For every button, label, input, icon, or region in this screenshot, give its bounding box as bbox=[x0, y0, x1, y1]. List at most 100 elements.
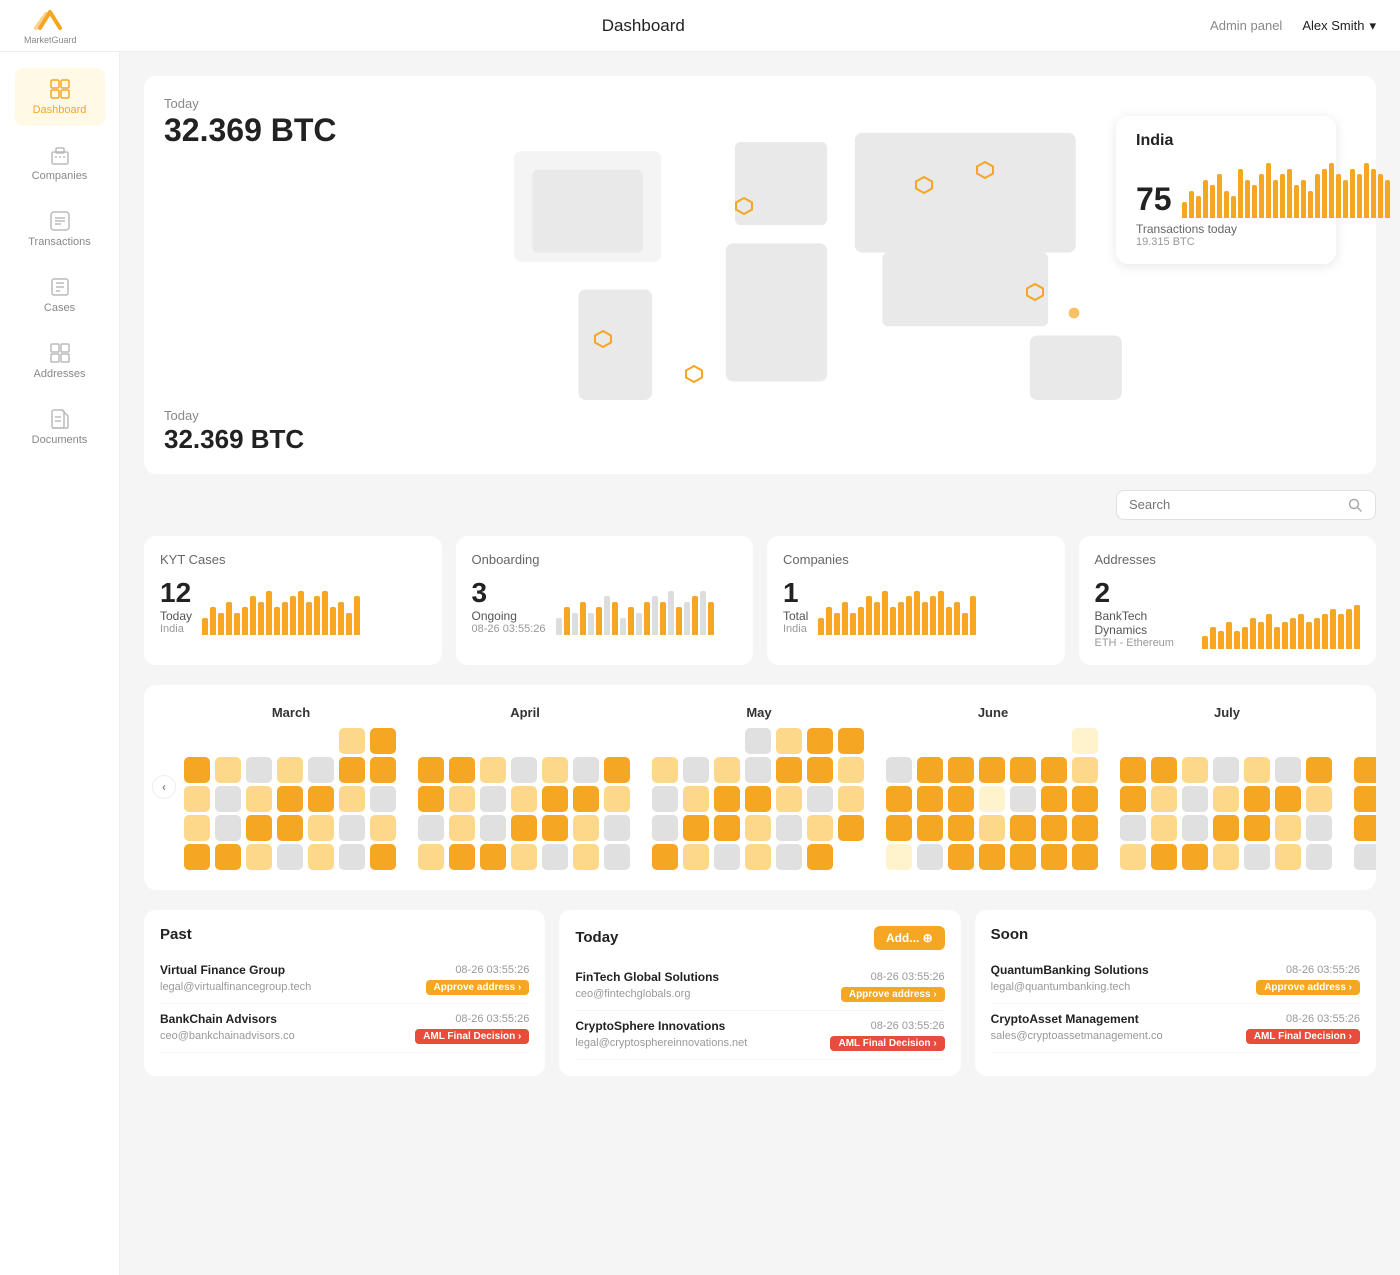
calendar-day[interactable] bbox=[604, 815, 630, 841]
calendar-day[interactable] bbox=[542, 757, 568, 783]
calendar-day[interactable] bbox=[1072, 786, 1098, 812]
calendar-day[interactable] bbox=[948, 786, 974, 812]
calendar-day[interactable] bbox=[745, 844, 771, 870]
calendar-day[interactable] bbox=[604, 844, 630, 870]
calendar-day[interactable] bbox=[979, 844, 1005, 870]
calendar-day[interactable] bbox=[246, 815, 272, 841]
calendar-day[interactable] bbox=[339, 728, 365, 754]
calendar-day[interactable] bbox=[449, 815, 475, 841]
calendar-prev-btn[interactable]: ‹ bbox=[152, 775, 176, 799]
calendar-day[interactable] bbox=[573, 757, 599, 783]
calendar-day[interactable] bbox=[1010, 786, 1036, 812]
calendar-day[interactable] bbox=[683, 757, 709, 783]
calendar-day[interactable] bbox=[480, 757, 506, 783]
calendar-day[interactable] bbox=[1041, 844, 1067, 870]
calendar-day[interactable] bbox=[1182, 786, 1208, 812]
calendar-day[interactable] bbox=[1244, 786, 1270, 812]
calendar-day[interactable] bbox=[807, 815, 833, 841]
calendar-day[interactable] bbox=[184, 844, 210, 870]
calendar-day[interactable] bbox=[1306, 844, 1332, 870]
calendar-day[interactable] bbox=[745, 757, 771, 783]
calendar-day[interactable] bbox=[979, 815, 1005, 841]
calendar-day[interactable] bbox=[683, 844, 709, 870]
sidebar-item-addresses[interactable]: Addresses bbox=[15, 332, 105, 390]
calendar-day[interactable] bbox=[652, 844, 678, 870]
calendar-day[interactable] bbox=[776, 728, 802, 754]
sidebar-item-documents[interactable]: Documents bbox=[15, 398, 105, 456]
entry-badge[interactable]: Approve address › bbox=[841, 987, 945, 1002]
calendar-day[interactable] bbox=[1151, 815, 1177, 841]
calendar-day[interactable] bbox=[1072, 844, 1098, 870]
calendar-day[interactable] bbox=[573, 844, 599, 870]
calendar-day[interactable] bbox=[886, 844, 912, 870]
calendar-day[interactable] bbox=[480, 786, 506, 812]
calendar-day[interactable] bbox=[370, 728, 396, 754]
calendar-day[interactable] bbox=[652, 786, 678, 812]
calendar-day[interactable] bbox=[1072, 757, 1098, 783]
calendar-day[interactable] bbox=[1354, 757, 1376, 783]
calendar-day[interactable] bbox=[511, 815, 537, 841]
calendar-day[interactable] bbox=[1041, 786, 1067, 812]
entry-badge[interactable]: Approve address › bbox=[426, 980, 530, 995]
calendar-day[interactable] bbox=[1010, 844, 1036, 870]
calendar-day[interactable] bbox=[542, 815, 568, 841]
calendar-day[interactable] bbox=[277, 757, 303, 783]
calendar-day[interactable] bbox=[215, 757, 241, 783]
calendar-day[interactable] bbox=[418, 786, 444, 812]
calendar-day[interactable] bbox=[1151, 757, 1177, 783]
calendar-day[interactable] bbox=[1010, 757, 1036, 783]
calendar-day[interactable] bbox=[948, 844, 974, 870]
entry-badge[interactable]: AML Final Decision › bbox=[415, 1029, 529, 1044]
calendar-day[interactable] bbox=[1306, 815, 1332, 841]
calendar-day[interactable] bbox=[886, 786, 912, 812]
calendar-day[interactable] bbox=[807, 757, 833, 783]
logo[interactable]: MarketGuard bbox=[24, 6, 77, 45]
calendar-day[interactable] bbox=[418, 757, 444, 783]
calendar-day[interactable] bbox=[776, 844, 802, 870]
calendar-day[interactable] bbox=[1354, 786, 1376, 812]
calendar-day[interactable] bbox=[1120, 815, 1146, 841]
calendar-day[interactable] bbox=[1041, 757, 1067, 783]
calendar-day[interactable] bbox=[339, 757, 365, 783]
calendar-day[interactable] bbox=[184, 757, 210, 783]
calendar-day[interactable] bbox=[308, 757, 334, 783]
calendar-day[interactable] bbox=[1275, 815, 1301, 841]
calendar-day[interactable] bbox=[1010, 815, 1036, 841]
sidebar-item-transactions[interactable]: Transactions bbox=[15, 200, 105, 258]
calendar-day[interactable] bbox=[917, 757, 943, 783]
calendar-day[interactable] bbox=[745, 728, 771, 754]
calendar-day[interactable] bbox=[1244, 844, 1270, 870]
calendar-day[interactable] bbox=[1182, 757, 1208, 783]
calendar-day[interactable] bbox=[838, 815, 864, 841]
calendar-day[interactable] bbox=[776, 757, 802, 783]
calendar-day[interactable] bbox=[1354, 815, 1376, 841]
add-button[interactable]: Add... ⊕ bbox=[874, 926, 945, 950]
calendar-day[interactable] bbox=[1072, 815, 1098, 841]
user-menu[interactable]: Alex Smith ▾ bbox=[1302, 18, 1376, 34]
calendar-day[interactable] bbox=[1244, 815, 1270, 841]
calendar-day[interactable] bbox=[714, 786, 740, 812]
calendar-day[interactable] bbox=[1213, 815, 1239, 841]
entry-badge[interactable]: AML Final Decision › bbox=[830, 1036, 944, 1051]
calendar-day[interactable] bbox=[838, 728, 864, 754]
calendar-day[interactable] bbox=[418, 844, 444, 870]
calendar-day[interactable] bbox=[246, 786, 272, 812]
calendar-day[interactable] bbox=[1151, 786, 1177, 812]
calendar-day[interactable] bbox=[480, 815, 506, 841]
calendar-day[interactable] bbox=[511, 844, 537, 870]
calendar-day[interactable] bbox=[979, 757, 1005, 783]
calendar-day[interactable] bbox=[652, 815, 678, 841]
calendar-day[interactable] bbox=[184, 815, 210, 841]
calendar-day[interactable] bbox=[652, 757, 678, 783]
calendar-day[interactable] bbox=[277, 815, 303, 841]
calendar-day[interactable] bbox=[573, 786, 599, 812]
calendar-day[interactable] bbox=[215, 786, 241, 812]
calendar-day[interactable] bbox=[1244, 757, 1270, 783]
calendar-day[interactable] bbox=[1213, 786, 1239, 812]
calendar-day[interactable] bbox=[948, 815, 974, 841]
calendar-day[interactable] bbox=[1306, 786, 1332, 812]
calendar-day[interactable] bbox=[339, 786, 365, 812]
admin-panel-link[interactable]: Admin panel bbox=[1210, 18, 1282, 33]
calendar-day[interactable] bbox=[807, 844, 833, 870]
calendar-day[interactable] bbox=[1120, 786, 1146, 812]
